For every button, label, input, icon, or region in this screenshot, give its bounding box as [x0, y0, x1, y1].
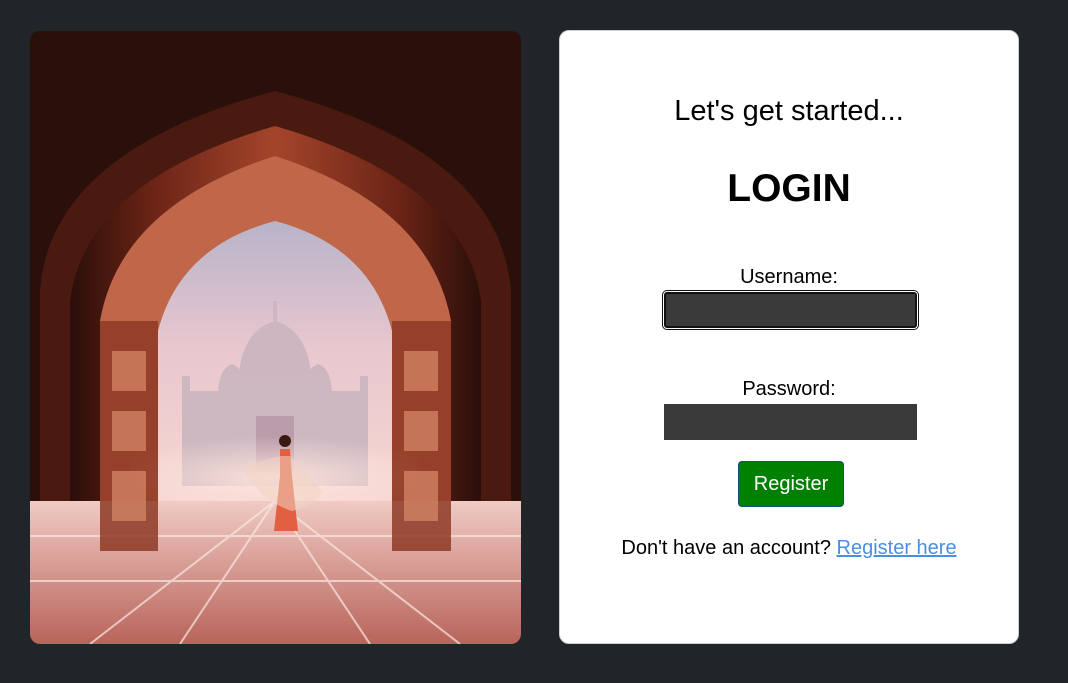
username-input[interactable] — [664, 292, 917, 328]
password-input[interactable] — [664, 404, 917, 440]
login-card: Let's get started... LOGIN Username: Pas… — [559, 30, 1019, 644]
page: Let's get started... LOGIN Username: Pas… — [0, 0, 1068, 683]
signup-prompt-text: Don't have an account? — [621, 537, 831, 559]
username-label: Username: — [740, 266, 838, 288]
register-here-link[interactable]: Register here — [837, 537, 957, 559]
tagline: Let's get started... — [674, 95, 904, 127]
password-label: Password: — [742, 378, 836, 400]
taj-mahal-archway-image — [30, 31, 521, 644]
login-title: LOGIN — [727, 167, 851, 210]
hero-photo — [30, 31, 521, 644]
register-button[interactable]: Register — [738, 461, 844, 507]
signup-prompt-line: Don't have an account? Register here — [560, 536, 1018, 560]
